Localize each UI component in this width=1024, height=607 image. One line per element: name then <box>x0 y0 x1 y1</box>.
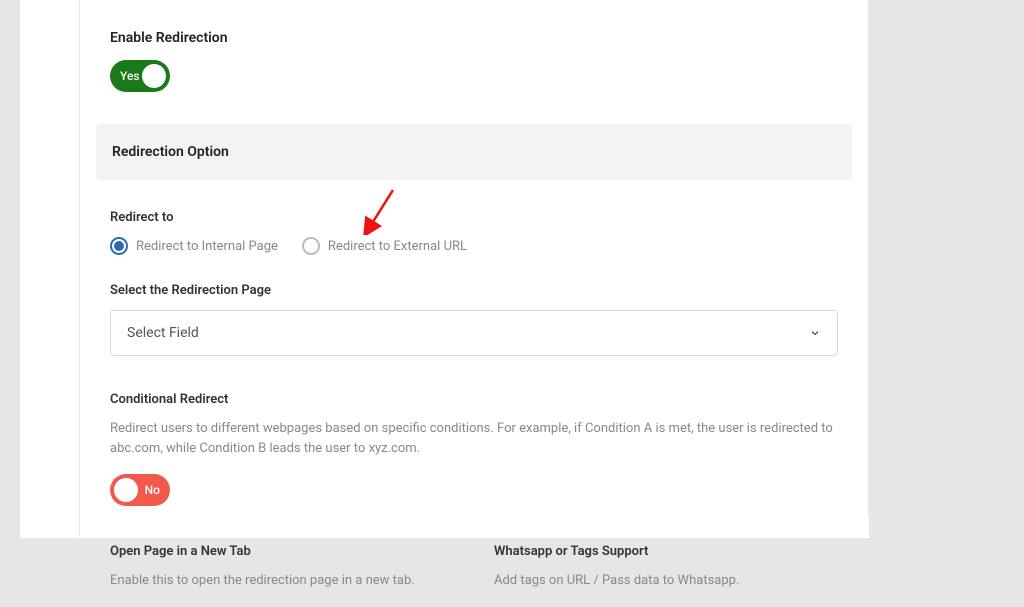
enable-redirection-toggle[interactable]: Yes <box>110 60 170 92</box>
conditional-redirect-description: Redirect users to different webpages bas… <box>110 419 838 458</box>
whatsapp-description: Add tags on URL / Pass data to Whatsapp. <box>494 571 838 591</box>
redirect-to-radio-group: Redirect to Internal Page Redirect to Ex… <box>110 237 838 255</box>
toggle-knob <box>142 64 166 88</box>
whatsapp-label: Whatsapp or Tags Support <box>494 544 838 559</box>
select-redirection-page-label: Select the Redirection Page <box>110 283 838 298</box>
redirection-option-title: Redirection Option <box>112 144 836 160</box>
settings-card: Enable Redirection Yes Redirection Optio… <box>80 0 869 518</box>
enable-redirection-label: Enable Redirection <box>110 30 838 46</box>
toggle-off-label: No <box>145 483 160 497</box>
radio-circle-selected-icon <box>110 237 128 255</box>
open-new-tab-description: Enable this to open the redirection page… <box>110 571 454 591</box>
select-placeholder: Select Field <box>127 325 199 341</box>
radio-circle-icon <box>302 237 320 255</box>
conditional-redirect-toggle[interactable]: No <box>110 474 170 506</box>
radio-internal-label: Redirect to Internal Page <box>136 239 278 254</box>
chevron-down-icon <box>809 327 821 339</box>
radio-external-url[interactable]: Redirect to External URL <box>302 237 467 255</box>
toggle-knob <box>114 478 138 502</box>
redirect-to-label: Redirect to <box>110 210 838 225</box>
open-new-tab-section: Open Page in a New Tab Enable this to op… <box>110 544 454 607</box>
redirection-page-select[interactable]: Select Field <box>110 310 838 356</box>
radio-internal-page[interactable]: Redirect to Internal Page <box>110 237 278 255</box>
conditional-redirect-label: Conditional Redirect <box>110 392 838 407</box>
toggle-on-label: Yes <box>120 69 140 83</box>
redirection-option-header: Redirection Option <box>96 124 852 180</box>
radio-external-label: Redirect to External URL <box>328 239 467 254</box>
open-new-tab-label: Open Page in a New Tab <box>110 544 454 559</box>
whatsapp-section: Whatsapp or Tags Support Add tags on URL… <box>494 544 838 607</box>
sidebar-placeholder <box>20 0 80 538</box>
